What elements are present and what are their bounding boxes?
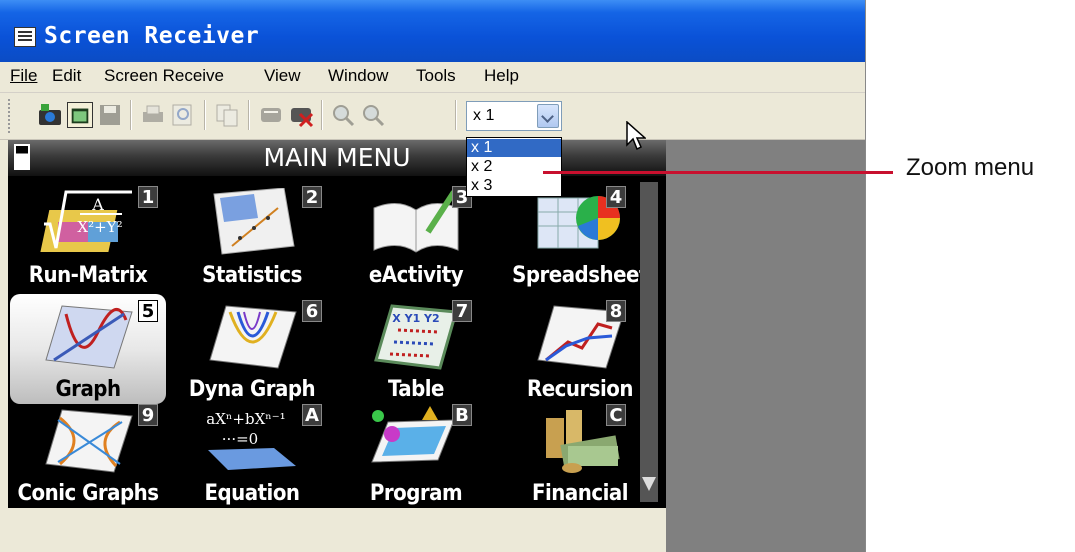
- toolbar-separator: [248, 100, 250, 130]
- statistics-icon: [213, 188, 295, 255]
- table-glyph: X Y1 Y2: [392, 312, 439, 325]
- app-table[interactable]: X Y1 Y2 7 Table: [338, 294, 494, 404]
- app-key-badge: 9: [138, 404, 158, 426]
- toolbar-grip[interactable]: [8, 99, 14, 133]
- app-key-badge: 5: [138, 300, 158, 322]
- equation-glyph-top: aXⁿ+bXⁿ⁻¹: [206, 410, 285, 428]
- zoom-option-x3[interactable]: x 3: [467, 177, 561, 195]
- app-label: Conic Graphs: [17, 481, 159, 506]
- zoom-option-x1[interactable]: x 1: [467, 139, 561, 157]
- program-icon: [371, 406, 455, 463]
- toolbar-separator: [130, 100, 132, 130]
- toolbar-separator: [321, 100, 323, 130]
- menu-screen-receive[interactable]: Screen Receive: [104, 66, 224, 86]
- app-label: Run-Matrix: [28, 263, 148, 288]
- app-program[interactable]: B Program: [338, 398, 494, 508]
- app-conic-graphs[interactable]: 9 Conic Graphs: [10, 398, 166, 508]
- toolbar-separator: [204, 100, 206, 130]
- app-recursion[interactable]: 8 Recursion: [502, 294, 658, 404]
- app-financial[interactable]: C Financial: [502, 398, 658, 508]
- print-icon[interactable]: [140, 102, 166, 128]
- app-key-badge: 6: [302, 300, 322, 322]
- dyna-graph-icon: [209, 305, 297, 369]
- scroll-down-icon[interactable]: [642, 477, 656, 491]
- app-graph[interactable]: 5 Graph: [10, 294, 166, 404]
- zoom-select[interactable]: x 1: [466, 101, 562, 131]
- workspace-area: [666, 140, 865, 552]
- app-key-badge: A: [302, 404, 322, 426]
- run-matrix-glyph-top: A: [91, 195, 104, 214]
- app-label: Equation: [204, 481, 300, 506]
- app-label: eActivity: [368, 263, 464, 288]
- save-icon[interactable]: [97, 102, 123, 128]
- equation-glyph-bottom: ···=0: [222, 430, 258, 448]
- conic-graphs-icon: [45, 409, 133, 473]
- calculator-title: MAIN MENU: [263, 143, 411, 172]
- zoom-dropdown-list: x 1 x 2 x 3: [466, 137, 562, 197]
- menu-help[interactable]: Help: [484, 66, 519, 86]
- menu-file[interactable]: File: [10, 66, 37, 86]
- eactivity-icon: [373, 190, 459, 253]
- app-run-matrix[interactable]: A X²+Y² 1 Run-Matrix: [10, 180, 166, 290]
- app-key-badge: 7: [452, 300, 472, 322]
- copy-icon[interactable]: [214, 102, 240, 128]
- status-area: [8, 508, 658, 552]
- menu-tools[interactable]: Tools: [416, 66, 456, 86]
- app-label: Financial: [532, 481, 628, 506]
- app-key-badge: 2: [302, 186, 322, 208]
- camera-icon[interactable]: [37, 102, 63, 128]
- receive-icon[interactable]: [258, 102, 284, 128]
- app-statistics[interactable]: 2 Statistics: [174, 180, 330, 290]
- zoom-select-value: x 1: [473, 107, 495, 124]
- toolbar-separator: [455, 100, 457, 130]
- window-title: Screen Receiver: [44, 23, 260, 49]
- app-dyna-graph[interactable]: 6 Dyna Graph: [174, 294, 330, 404]
- equation-icon: aXⁿ+bXⁿ⁻¹ ···=0: [206, 410, 296, 470]
- chevron-down-icon[interactable]: [537, 104, 559, 128]
- app-window-icon[interactable]: [14, 27, 36, 47]
- run-matrix-icon: A X²+Y²: [40, 190, 132, 252]
- menu-edit[interactable]: Edit: [52, 66, 81, 86]
- app-key-badge: 4: [606, 186, 626, 208]
- zoom-in-icon[interactable]: [330, 102, 356, 128]
- zoom-out-icon[interactable]: [360, 102, 386, 128]
- callout-label: Zoom menu: [906, 154, 1035, 181]
- mouse-cursor-icon: [626, 121, 646, 151]
- app-key-badge: C: [606, 404, 626, 426]
- app-label: Program: [369, 481, 463, 506]
- screen-receiver-window: Screen Receiver File Edit Screen Receive…: [0, 0, 866, 552]
- app-key-badge: 8: [606, 300, 626, 322]
- app-label: Spreadsheet: [512, 263, 648, 288]
- callout-line: [543, 171, 893, 174]
- calculator-screen: MAIN MENU A X²+Y² 1 Run-Matrix 2 Statist…: [8, 140, 666, 508]
- title-bar[interactable]: Screen Receiver: [0, 0, 865, 62]
- calculator-scrollbar[interactable]: [640, 182, 658, 502]
- app-key-badge: 1: [138, 186, 158, 208]
- stop-receive-icon[interactable]: [288, 102, 314, 128]
- menu-window[interactable]: Window: [328, 66, 388, 86]
- table-icon: X Y1 Y2: [374, 304, 458, 370]
- run-matrix-glyph-bottom: X²+Y²: [77, 218, 122, 236]
- menu-view[interactable]: View: [264, 66, 301, 86]
- print-preview-icon[interactable]: [170, 102, 196, 128]
- app-equation[interactable]: aXⁿ+bXⁿ⁻¹ ···=0 A Equation: [174, 398, 330, 508]
- graph-icon: [45, 305, 133, 369]
- new-window-icon[interactable]: [67, 102, 93, 128]
- app-label: Statistics: [202, 263, 302, 288]
- app-key-badge: B: [452, 404, 472, 426]
